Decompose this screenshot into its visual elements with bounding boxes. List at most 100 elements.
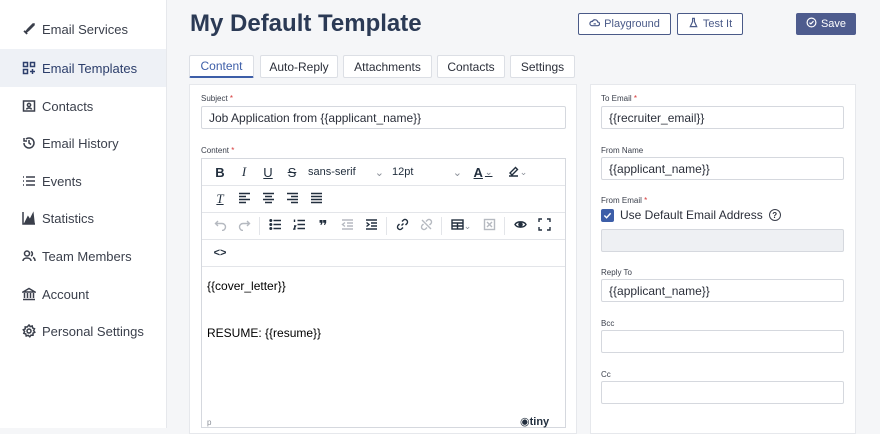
align-right-icon <box>286 191 299 207</box>
sidebar-item-label: Contacts <box>42 98 94 114</box>
check-circle-icon <box>806 17 817 31</box>
subject-label: Subject * <box>201 94 234 103</box>
tab-attachments[interactable]: Attachments <box>343 55 432 78</box>
use-default-email-checkbox[interactable] <box>601 209 614 222</box>
strikethrough-button[interactable]: S <box>280 161 304 183</box>
tab-settings[interactable]: Settings <box>510 55 575 78</box>
sidebar-item-label: Events <box>42 173 82 189</box>
fullscreen-button[interactable] <box>532 215 556 237</box>
font-family-select[interactable]: sans-serif ⌄ <box>304 161 388 183</box>
template-icon <box>22 61 36 75</box>
bullet-list-icon <box>268 218 282 234</box>
outdent-button[interactable] <box>335 215 359 237</box>
chevron-down-icon: ⌄ <box>519 166 528 177</box>
from-name-input[interactable]: {{applicant_name}} <box>601 157 844 180</box>
source-code-button[interactable]: <> <box>208 242 232 264</box>
cloud-icon <box>589 17 601 31</box>
fullscreen-icon <box>537 218 551 234</box>
toolbar-divider <box>259 217 260 235</box>
highlight-color-button[interactable]: ⌄ <box>500 161 534 183</box>
align-center-button[interactable] <box>256 188 280 210</box>
subject-input[interactable]: Job Application from {{applicant_name}} <box>201 106 566 129</box>
sidebar-item-account[interactable]: Account <box>0 275 166 313</box>
blockquote-button[interactable]: ❞ <box>311 215 335 237</box>
bcc-label: Bcc <box>601 319 615 328</box>
sidebar-item-email-services[interactable]: Email Services <box>0 10 166 48</box>
tiny-brand: tiny <box>529 416 550 428</box>
sidebar-item-label: Email Templates <box>42 60 138 76</box>
help-icon[interactable]: ? <box>768 209 781 221</box>
sidebar-item-contacts[interactable]: Contacts <box>0 87 166 125</box>
table-button[interactable]: ⌄ <box>445 215 477 237</box>
sidebar-item-team-members[interactable]: Team Members <box>0 237 166 275</box>
test-it-button[interactable]: Test It <box>677 13 743 35</box>
flask-icon <box>688 17 699 31</box>
redo-button[interactable] <box>232 215 256 237</box>
to-email-label: To Email * <box>601 94 638 103</box>
chevron-down-icon: ⌄ <box>463 220 472 231</box>
contact-card-icon <box>22 99 36 113</box>
text-color-button[interactable]: A ⌄ <box>466 161 500 183</box>
font-size-select[interactable]: 12pt ⌄ <box>388 161 466 183</box>
sidebar-item-label: Team Members <box>42 248 132 264</box>
undo-icon <box>214 218 227 234</box>
editor-path: p <box>207 418 212 427</box>
font-size-value: 12pt <box>392 166 414 178</box>
sidebar-item-events[interactable]: Events <box>0 162 166 200</box>
team-icon <box>22 249 36 263</box>
numbered-list-button[interactable] <box>287 215 311 237</box>
rocket-icon <box>22 22 36 36</box>
cc-label: Cc <box>601 370 611 379</box>
align-center-icon <box>262 191 275 207</box>
sidebar: Email Services Email Templates Contacts … <box>0 0 167 428</box>
clear-formatting-button[interactable]: T <box>208 188 232 210</box>
align-left-icon <box>238 191 251 207</box>
history-icon <box>22 136 36 150</box>
save-label: Save <box>820 18 847 30</box>
underline-button[interactable]: U <box>256 161 280 183</box>
tab-content[interactable]: Content <box>189 55 254 78</box>
tab-auto-reply[interactable]: Auto-Reply <box>260 55 338 78</box>
reply-to-input[interactable]: {{applicant_name}} <box>601 279 844 302</box>
sidebar-item-email-templates[interactable]: Email Templates <box>0 49 166 87</box>
tiny-logo: ◉tiny <box>520 415 549 428</box>
table-icon <box>451 218 464 234</box>
chevron-down-icon: ⌄ <box>484 166 493 177</box>
rich-text-editor: B I U S sans-serif ⌄ 12pt ⌄ A ⌄ ⌄ T ❞ ⌄ <> <box>201 158 566 428</box>
sidebar-item-label: Email History <box>42 135 119 151</box>
content-label: Content * <box>201 146 235 155</box>
playground-label: Playground <box>604 18 660 30</box>
to-email-input[interactable]: {{recruiter_email}} <box>601 106 844 129</box>
from-email-input <box>601 229 844 252</box>
italic-button[interactable]: I <box>232 161 256 183</box>
test-it-label: Test It <box>702 18 733 30</box>
bullet-list-button[interactable] <box>263 215 287 237</box>
sidebar-item-email-history[interactable]: Email History <box>0 124 166 162</box>
editor-toolbar-row-4: <> <box>202 240 565 267</box>
use-default-email-label: Use Default Email Address <box>620 208 763 222</box>
undo-button[interactable] <box>208 215 232 237</box>
page-title: My Default Template <box>190 10 422 37</box>
save-button[interactable]: Save <box>796 13 856 35</box>
align-justify-button[interactable] <box>304 188 328 210</box>
align-right-button[interactable] <box>280 188 304 210</box>
chevron-down-icon: ⌄ <box>452 166 462 179</box>
sidebar-item-personal-settings[interactable]: Personal Settings <box>0 312 166 350</box>
sidebar-item-label: Personal Settings <box>42 323 144 339</box>
sidebar-item-label: Statistics <box>42 210 95 226</box>
list-icon <box>22 174 36 188</box>
bcc-input[interactable] <box>601 330 844 353</box>
indent-button[interactable] <box>359 215 383 237</box>
preview-button[interactable] <box>508 215 532 237</box>
cc-input[interactable] <box>601 381 844 404</box>
playground-button[interactable]: Playground <box>578 13 671 35</box>
sidebar-item-statistics[interactable]: Statistics <box>0 199 166 237</box>
tab-contacts[interactable]: Contacts <box>437 55 505 78</box>
unlink-button[interactable] <box>414 215 438 237</box>
delete-table-button[interactable] <box>477 215 501 237</box>
highlighter-icon <box>507 164 520 180</box>
use-default-email-option: Use Default Email Address ? <box>620 208 781 222</box>
link-button[interactable] <box>390 215 414 237</box>
bold-button[interactable]: B <box>208 161 232 183</box>
align-left-button[interactable] <box>232 188 256 210</box>
